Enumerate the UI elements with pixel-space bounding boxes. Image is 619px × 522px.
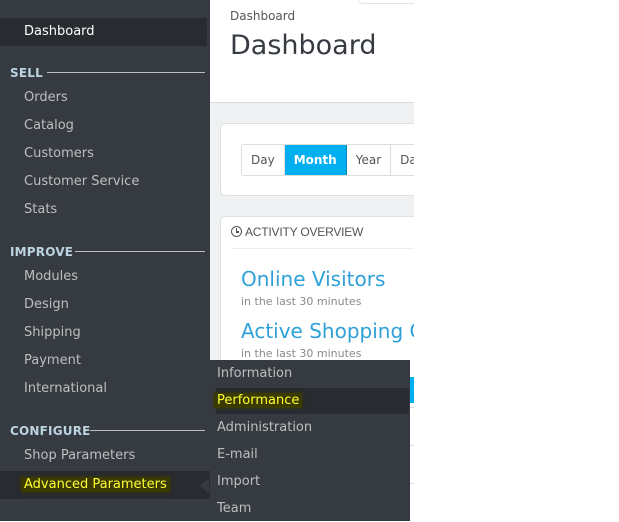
submenu-item-label: Administration — [217, 420, 313, 435]
sidebar-item-label: Design — [24, 297, 69, 312]
breadcrumb[interactable]: Dashboard — [230, 9, 295, 23]
row-divider — [410, 407, 414, 408]
submenu-item-label: Information — [217, 366, 293, 381]
sidebar-item-dashboard[interactable]: Dashboard — [0, 18, 207, 46]
submenu-item-label: Performance — [214, 393, 303, 408]
sidebar-item-stats[interactable]: Stats — [0, 196, 210, 224]
section-divider — [75, 251, 205, 252]
section-title-improve: IMPROVE — [10, 245, 74, 259]
sidebar-item-payment[interactable]: Payment — [0, 347, 210, 375]
sidebar-item-international[interactable]: International — [0, 375, 210, 403]
sidebar-item-orders[interactable]: Orders — [0, 84, 210, 112]
sidebar-item-design[interactable]: Design — [0, 291, 210, 319]
sidebar-item-modules[interactable]: Modules — [0, 263, 210, 291]
kpi-active-carts-title[interactable]: Active Shopping Carts — [241, 319, 414, 343]
panel-heading-text: ACTIVITY OVERVIEW — [245, 225, 364, 239]
submenu-pointer — [200, 478, 209, 494]
row-divider — [410, 445, 414, 446]
sidebar-item-label: Orders — [24, 90, 68, 105]
period-year-button[interactable]: Year — [347, 145, 392, 175]
submenu-item-administration[interactable]: Administration — [210, 415, 410, 441]
sidebar-top — [0, 0, 210, 18]
kpi-active-carts-subtitle: in the last 30 minutes — [241, 347, 362, 360]
page-title: Dashboard — [230, 30, 377, 61]
clock-icon — [231, 226, 242, 237]
section-title-configure: CONFIGURE — [10, 424, 91, 438]
sidebar-item-label: Shipping — [24, 325, 81, 340]
section-divider — [90, 430, 205, 431]
sidebar-item-catalog[interactable]: Catalog — [0, 112, 210, 140]
section-title-sell: SELL — [10, 66, 43, 80]
section-divider — [47, 72, 205, 73]
sidebar-item-customers[interactable]: Customers — [0, 140, 210, 168]
sidebar-item-label: Payment — [24, 353, 81, 368]
sidebar-item-advanced-parameters[interactable]: Advanced Parameters — [0, 471, 210, 499]
sidebar-item-label: Dashboard — [24, 24, 95, 39]
sidebar-item-shipping[interactable]: Shipping — [0, 319, 210, 347]
submenu-item-import[interactable]: Import — [210, 469, 410, 495]
panel-divider — [231, 248, 414, 249]
sidebar-item-label: Catalog — [24, 118, 74, 133]
submenu-item-label: Import — [217, 474, 261, 489]
kpi-online-visitors-subtitle: in the last 30 minutes — [241, 295, 362, 308]
sidebar-item-customer-service[interactable]: Customer Service — [0, 168, 210, 196]
sidebar-item-label: Advanced Parameters — [21, 477, 170, 492]
submenu-item-label: Team — [217, 501, 252, 516]
period-button-group: Day Month Year Day-1 — [241, 144, 414, 176]
panel-heading: ACTIVITY OVERVIEW — [231, 225, 363, 239]
sidebar-item-label: Customers — [24, 146, 94, 161]
kpi-online-visitors-title[interactable]: Online Visitors — [241, 267, 385, 291]
sidebar-item-label: Modules — [24, 269, 79, 284]
period-day-minus-1-button[interactable]: Day-1 — [391, 145, 414, 175]
period-month-button[interactable]: Month — [284, 145, 347, 175]
sidebar-item-label: Stats — [24, 202, 58, 217]
header-tab[interactable] — [358, 0, 414, 4]
row-divider — [410, 483, 414, 484]
sidebar-item-label: International — [24, 381, 107, 396]
period-day-button[interactable]: Day — [242, 145, 285, 175]
progress-bar — [410, 377, 414, 403]
sidebar: Dashboard SELL Orders Catalog Customers … — [0, 0, 210, 521]
submenu-item-email[interactable]: E-mail — [210, 442, 410, 468]
sidebar-item-label: Customer Service — [24, 174, 140, 189]
period-selector-card: Day Month Year Day-1 — [220, 123, 414, 196]
submenu-item-label: E-mail — [217, 447, 258, 462]
advanced-parameters-submenu: Information Performance Administration E… — [210, 360, 410, 521]
sidebar-item-label: Shop Parameters — [24, 448, 136, 463]
sidebar-item-shop-parameters[interactable]: Shop Parameters — [0, 442, 210, 470]
submenu-item-information[interactable]: Information — [210, 361, 410, 387]
page-header: Dashboard Dashboard — [210, 0, 414, 103]
submenu-item-performance[interactable]: Performance — [214, 388, 409, 414]
submenu-item-team[interactable]: Team — [210, 496, 410, 522]
